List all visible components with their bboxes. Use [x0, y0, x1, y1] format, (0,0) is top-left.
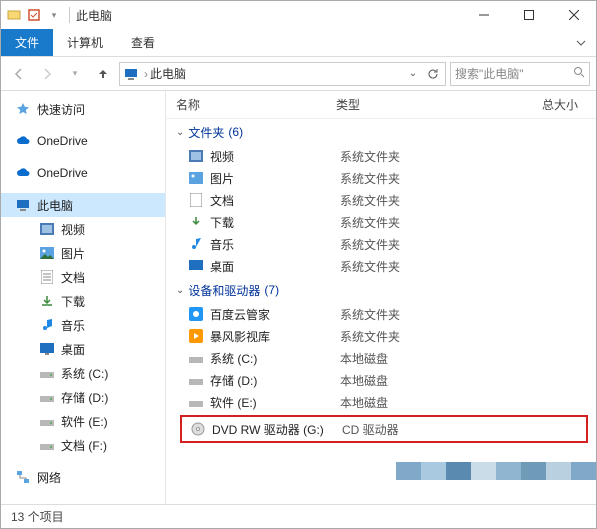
cloud-icon [15, 165, 31, 181]
download-icon [188, 214, 204, 230]
highlighted-item: DVD RW 驱动器 (G:)CD 驱动器 [180, 415, 588, 443]
drive-icon [188, 394, 204, 410]
column-name[interactable]: 名称 [166, 96, 326, 113]
drive-icon [39, 389, 55, 405]
window-title: 此电脑 [76, 7, 112, 24]
refresh-button[interactable] [423, 68, 443, 80]
nav-forward-button[interactable] [35, 62, 59, 86]
sidebar-item-network[interactable]: 网络 [1, 465, 165, 489]
explorer-icon [5, 6, 23, 24]
column-size[interactable]: 总大小 [476, 96, 596, 113]
music-icon [188, 236, 204, 252]
list-item[interactable]: 桌面系统文件夹 [166, 255, 596, 277]
music-icon [39, 317, 55, 333]
list-item[interactable]: 百度云管家系统文件夹 [166, 303, 596, 325]
picture-icon [188, 170, 204, 186]
search-input[interactable]: 搜索"此电脑" [450, 62, 590, 86]
search-placeholder: 搜索"此电脑" [455, 65, 524, 82]
close-button[interactable] [551, 1, 596, 29]
address-bar[interactable]: › 此电脑 ⌄ [119, 62, 446, 86]
sidebar-item-desktop[interactable]: 桌面 [1, 337, 165, 361]
drive-icon [188, 350, 204, 366]
breadcrumb-sep-icon[interactable]: › [144, 67, 148, 81]
network-icon [15, 469, 31, 485]
sidebar-item-drive-c[interactable]: 系统 (C:) [1, 361, 165, 385]
nav-recent-icon[interactable]: ▾ [63, 62, 87, 86]
navigation-tree[interactable]: 快速访问 OneDrive OneDrive 此电脑 视频 图片 文档 下载 音… [1, 91, 166, 504]
tab-view[interactable]: 查看 [117, 29, 169, 56]
drive-icon [39, 437, 55, 453]
list-item[interactable]: 视频系统文件夹 [166, 145, 596, 167]
qat-dropdown-icon[interactable]: ▾ [45, 6, 63, 24]
monitor-icon [15, 197, 31, 213]
group-folders[interactable]: ⌄ 文件夹 (6) [166, 119, 596, 145]
list-item[interactable]: 音乐系统文件夹 [166, 233, 596, 255]
baidu-icon [188, 306, 204, 322]
sidebar-item-pictures[interactable]: 图片 [1, 241, 165, 265]
nav-up-button[interactable] [91, 62, 115, 86]
sidebar-item-videos[interactable]: 视频 [1, 217, 165, 241]
item-count: 13 个项目 [11, 508, 64, 525]
sidebar-item-drive-f[interactable]: 文档 (F:) [1, 433, 165, 457]
sidebar-item-music[interactable]: 音乐 [1, 313, 165, 337]
this-pc-icon [122, 65, 140, 83]
list-item[interactable]: DVD RW 驱动器 (G:)CD 驱动器 [182, 418, 586, 440]
drive-icon [39, 413, 55, 429]
download-icon [39, 293, 55, 309]
tab-file[interactable]: 文件 [1, 29, 53, 56]
document-icon [188, 192, 204, 208]
sidebar-item-drive-d[interactable]: 存储 (D:) [1, 385, 165, 409]
list-item[interactable]: 存储 (D:)本地磁盘 [166, 369, 596, 391]
list-item[interactable]: 图片系统文件夹 [166, 167, 596, 189]
nav-back-button[interactable] [7, 62, 31, 86]
list-item[interactable]: 文档系统文件夹 [166, 189, 596, 211]
drive-icon [188, 372, 204, 388]
sidebar-item-drive-e[interactable]: 软件 (E:) [1, 409, 165, 433]
status-bar: 13 个项目 [1, 504, 596, 528]
qat-properties-icon[interactable] [25, 6, 43, 24]
list-item[interactable]: 软件 (E:)本地磁盘 [166, 391, 596, 413]
picture-icon [39, 245, 55, 261]
desktop-icon [188, 258, 204, 274]
minimize-button[interactable] [461, 1, 506, 29]
breadcrumb-location[interactable]: 此电脑 [150, 65, 186, 82]
group-devices[interactable]: ⌄ 设备和驱动器 (7) [166, 277, 596, 303]
maximize-button[interactable] [506, 1, 551, 29]
cloud-icon [15, 133, 31, 149]
dvd-icon [190, 421, 206, 437]
tab-computer[interactable]: 计算机 [53, 29, 117, 56]
sidebar-item-downloads[interactable]: 下载 [1, 289, 165, 313]
list-item[interactable]: 暴风影视库系统文件夹 [166, 325, 596, 347]
file-list[interactable]: 名称 类型 总大小 ⌄ 文件夹 (6) 视频系统文件夹 图片系统文件夹 文档系统… [166, 91, 596, 504]
sidebar-item-onedrive2[interactable]: OneDrive [1, 161, 165, 185]
censored-area [396, 462, 596, 480]
address-dropdown-icon[interactable]: ⌄ [403, 68, 423, 79]
list-item[interactable]: 系统 (C:)本地磁盘 [166, 347, 596, 369]
ribbon-expand-icon[interactable] [566, 29, 596, 56]
list-item[interactable]: 下载系统文件夹 [166, 211, 596, 233]
chevron-down-icon: ⌄ [176, 285, 184, 296]
drive-icon [39, 365, 55, 381]
search-icon [573, 66, 585, 81]
video-icon [188, 148, 204, 164]
column-type[interactable]: 类型 [326, 96, 476, 113]
document-icon [39, 269, 55, 285]
sidebar-item-quickaccess[interactable]: 快速访问 [1, 97, 165, 121]
sidebar-item-thispc[interactable]: 此电脑 [1, 193, 165, 217]
desktop-icon [39, 341, 55, 357]
video-icon [39, 221, 55, 237]
star-icon [15, 101, 31, 117]
sidebar-item-documents[interactable]: 文档 [1, 265, 165, 289]
chevron-down-icon: ⌄ [176, 127, 184, 138]
sidebar-item-onedrive1[interactable]: OneDrive [1, 129, 165, 153]
baofeng-icon [188, 328, 204, 344]
